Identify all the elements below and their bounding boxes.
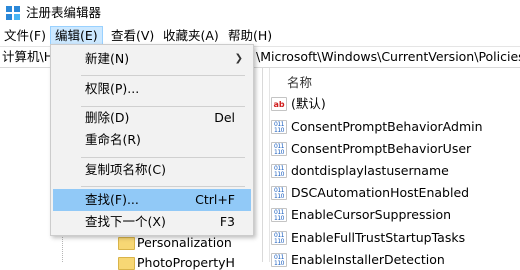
value-name: ConsentPromptBehaviorUser <box>291 141 472 156</box>
menu-item-permissions-label: 权限(P)... <box>85 81 140 96</box>
menu-separator <box>81 157 245 158</box>
menu-file[interactable]: 文件(F) <box>0 26 50 46</box>
dword-value-icon: 011 110 <box>271 253 287 267</box>
list-item[interactable]: ab (默认) <box>271 94 520 114</box>
tree-item-photopropertyh[interactable]: PhotoPropertyH <box>137 255 235 270</box>
string-value-icon: ab <box>271 97 287 111</box>
values-list-pane[interactable]: 名称 ab (默认) 011 110 ConsentPromptBehavior… <box>263 68 520 267</box>
menu-favorites[interactable]: 收藏夹(A) <box>159 26 223 46</box>
menu-item-copy-key-name-label: 复制项名称(C) <box>85 162 166 177</box>
menu-separator <box>81 75 245 76</box>
menu-edit[interactable]: 编辑(E) <box>50 26 103 46</box>
dword-value-icon: 011 110 <box>271 186 287 200</box>
dword-value-icon: 011 110 <box>271 120 287 134</box>
chevron-right-icon: ❯ <box>234 53 243 64</box>
regedit-app-icon <box>6 6 20 20</box>
list-item[interactable]: 011 110 DSCAutomationHostEnabled <box>271 183 520 203</box>
value-name: (默认) <box>291 96 326 111</box>
list-item[interactable]: 011 110 EnableCursorSuppression <box>271 205 520 225</box>
dword-value-icon: 011 110 <box>271 208 287 222</box>
menu-item-find-next[interactable]: 查找下一个(X) F3 <box>53 211 251 233</box>
dword-value-icon: 011 110 <box>271 164 287 178</box>
title-bar: 注册表编辑器 <box>0 0 520 26</box>
menu-item-permissions[interactable]: 权限(P)... <box>53 78 251 100</box>
list-item[interactable]: 011 110 ConsentPromptBehaviorUser <box>271 139 520 159</box>
menu-separator <box>81 186 245 187</box>
list-item[interactable]: 011 110 EnableFullTrustStartupTasks <box>271 228 520 248</box>
folder-icon <box>118 257 135 270</box>
menu-view[interactable]: 查看(V) <box>107 26 158 46</box>
value-name: EnableFullTrustStartupTasks <box>291 230 466 245</box>
menu-item-delete-label: 删除(D) <box>85 110 130 125</box>
column-divider <box>269 68 270 262</box>
tree-item-personalization[interactable]: Personalization <box>137 235 232 250</box>
menu-item-rename[interactable]: 重命名(R) <box>53 129 251 151</box>
menu-item-new[interactable]: 新建(N) ❯ <box>53 48 251 70</box>
list-item[interactable]: 011 110 ConsentPromptBehaviorAdmin <box>271 117 520 137</box>
edit-menu-dropdown: 新建(N) ❯ 权限(P)... 删除(D) Del 重命名(R) 复制项名称(… <box>50 44 254 236</box>
value-name: EnableInstallerDetection <box>291 252 445 267</box>
menu-item-find-next-label: 查找下一个(X) <box>85 214 166 229</box>
menu-item-new-label: 新建(N) <box>85 51 130 66</box>
value-name: EnableCursorSuppression <box>291 207 452 222</box>
address-path-start: 计算机\H <box>2 49 54 64</box>
list-item[interactable]: 011 110 EnableInstallerDetection <box>271 250 520 270</box>
value-name: dontdisplaylastusername <box>291 163 449 178</box>
menu-item-find-label: 查找(F)... <box>85 192 139 207</box>
menu-item-find-shortcut: Ctrl+F <box>195 192 235 207</box>
list-item[interactable]: 011 110 dontdisplaylastusername <box>271 161 520 181</box>
value-name: ConsentPromptBehaviorAdmin <box>291 119 483 134</box>
dword-value-icon: 011 110 <box>271 231 287 245</box>
window-title: 注册表编辑器 <box>26 5 102 20</box>
menu-bar: 文件(F) 编辑(E) 查看(V) 收藏夹(A) 帮助(H) <box>0 26 520 46</box>
address-path-end: \Microsoft\Windows\CurrentVersion\Polici… <box>256 49 520 64</box>
value-name: DSCAutomationHostEnabled <box>291 185 470 200</box>
menu-item-delete-shortcut: Del <box>214 110 235 125</box>
dword-value-icon: 011 110 <box>271 142 287 156</box>
menu-item-find-next-shortcut: F3 <box>219 214 235 229</box>
menu-item-copy-key-name[interactable]: 复制项名称(C) <box>53 159 251 181</box>
menu-item-rename-label: 重命名(R) <box>85 132 141 147</box>
menu-item-delete[interactable]: 删除(D) Del <box>53 107 251 129</box>
folder-icon <box>118 237 135 250</box>
menu-help[interactable]: 帮助(H) <box>224 26 276 46</box>
menu-item-find[interactable]: 查找(F)... Ctrl+F <box>53 189 251 211</box>
column-header-name[interactable]: 名称 <box>287 72 312 91</box>
